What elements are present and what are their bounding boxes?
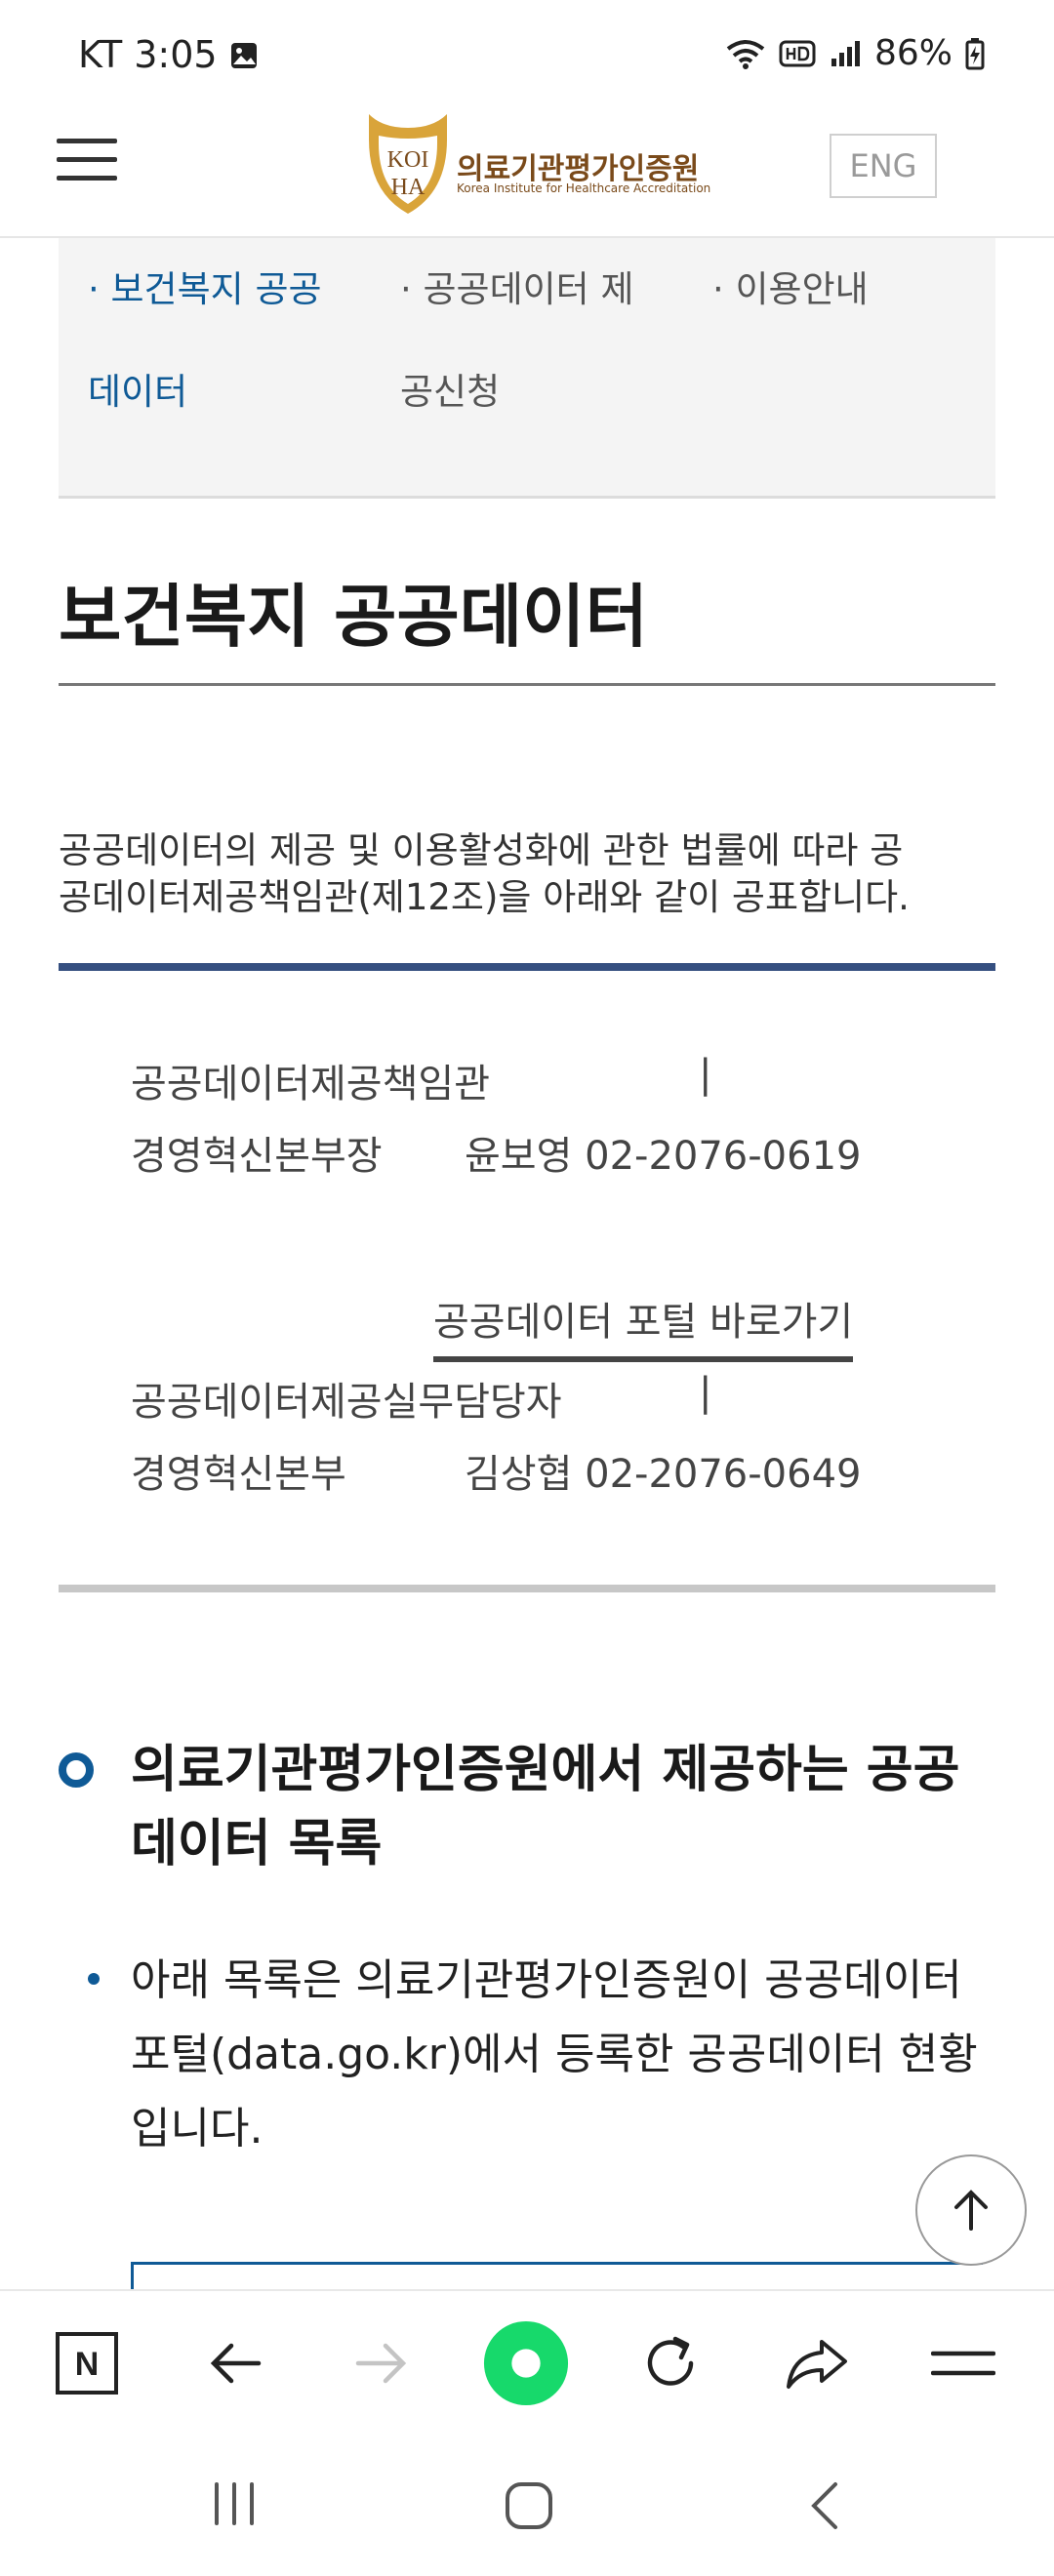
status-bar: KT 3:05 86% <box>0 0 1054 107</box>
forward-button[interactable] <box>338 2314 426 2412</box>
wifi-icon <box>726 39 765 69</box>
naver-n-icon: N <box>56 2332 118 2395</box>
intro-divider <box>59 963 995 971</box>
eng-language-button[interactable]: ENG <box>830 134 937 198</box>
signal-icon <box>831 40 860 66</box>
section-circle-icon <box>59 1752 94 1788</box>
koiha-logo-emblem[interactable]: KOI HA <box>363 110 453 218</box>
section-separator <box>59 1585 995 1592</box>
subnav-item-usage-guide[interactable]: · 이용안내 <box>712 238 869 341</box>
battery-percent: 86% <box>873 33 953 73</box>
staff-label: 공공데이터제공실무담당자 <box>131 1380 562 1425</box>
arrow-up-icon <box>954 2190 988 2231</box>
home-button[interactable] <box>502 2478 556 2537</box>
refresh-icon <box>647 2336 694 2386</box>
data-portal-link[interactable]: 공공데이터 포털 바로가기 <box>433 1290 854 1362</box>
status-right: 86% <box>724 33 986 73</box>
recent-apps-icon <box>215 2482 254 2525</box>
officer-label: 공공데이터제공책임관 <box>131 1062 490 1107</box>
title-divider <box>59 683 995 686</box>
menu-lines-icon <box>931 2351 995 2376</box>
system-back-button[interactable] <box>800 2478 851 2537</box>
list-bullet-dot <box>88 1973 100 1985</box>
home-icon <box>506 2482 552 2529</box>
officer-dept: 경영혁신본부장 <box>131 1134 383 1179</box>
arrow-left-icon <box>210 2343 262 2384</box>
section-title: 의료기관평가인증원에서 제공하는 공공 데이터 목록 <box>131 1741 960 1873</box>
share-arrow-icon <box>787 2340 847 2389</box>
carrier-time: KT 3:05 <box>78 33 218 76</box>
officer-name-phone: 윤보영 02-2076-0619 <box>465 1134 862 1179</box>
staff-separator: | <box>699 1370 712 1415</box>
section-description: 아래 목록은 의료기관평가인증원이 공공데이터 포털(data.go.kr)에서… <box>131 1955 978 2153</box>
gallery-icon <box>231 43 257 68</box>
naver-home-button[interactable]: N <box>43 2314 131 2412</box>
staff-name-phone: 김상협 02-2076-0649 <box>465 1452 862 1497</box>
officer-separator: | <box>699 1052 712 1097</box>
back-button[interactable] <box>191 2314 279 2412</box>
logo-english-name: Korea Institute for Healthcare Accredita… <box>457 181 711 195</box>
chevron-left-icon <box>811 2482 837 2529</box>
intro-text: 공공데이터의 제공 및 이용활성화에 관한 법률에 따라 공 공데이터제공책임관… <box>59 829 910 918</box>
hd-icon <box>779 40 816 66</box>
scroll-top-button[interactable] <box>915 2154 1027 2266</box>
subnav-item-data-request[interactable]: · 공공데이터 제 공신청 <box>400 238 634 443</box>
menu-icon[interactable] <box>57 139 117 183</box>
portal-link-wrap: 공공데이터 포털 바로가기 <box>433 1290 854 1362</box>
green-dot-button[interactable] <box>482 2314 570 2412</box>
browser-menu-button[interactable] <box>919 2314 1007 2412</box>
svg-text:HA: HA <box>391 175 426 200</box>
subnav-item-health-data[interactable]: · 보건복지 공공 데이터 <box>88 238 322 443</box>
page-title: 보건복지 공공데이터 <box>59 577 648 657</box>
share-button[interactable] <box>773 2314 861 2412</box>
recent-apps-button[interactable] <box>209 2478 260 2533</box>
sub-navigation: · 보건복지 공공 데이터 · 공공데이터 제 공신청 · 이용안내 <box>59 238 995 499</box>
svg-text:KOI: KOI <box>387 147 429 173</box>
green-dot-icon <box>483 2320 569 2406</box>
battery-charging-icon <box>965 37 985 69</box>
arrow-right-icon <box>355 2343 407 2384</box>
staff-dept: 경영혁신본부 <box>131 1452 346 1497</box>
svg-text:N: N <box>75 2346 100 2383</box>
refresh-button[interactable] <box>627 2314 714 2412</box>
